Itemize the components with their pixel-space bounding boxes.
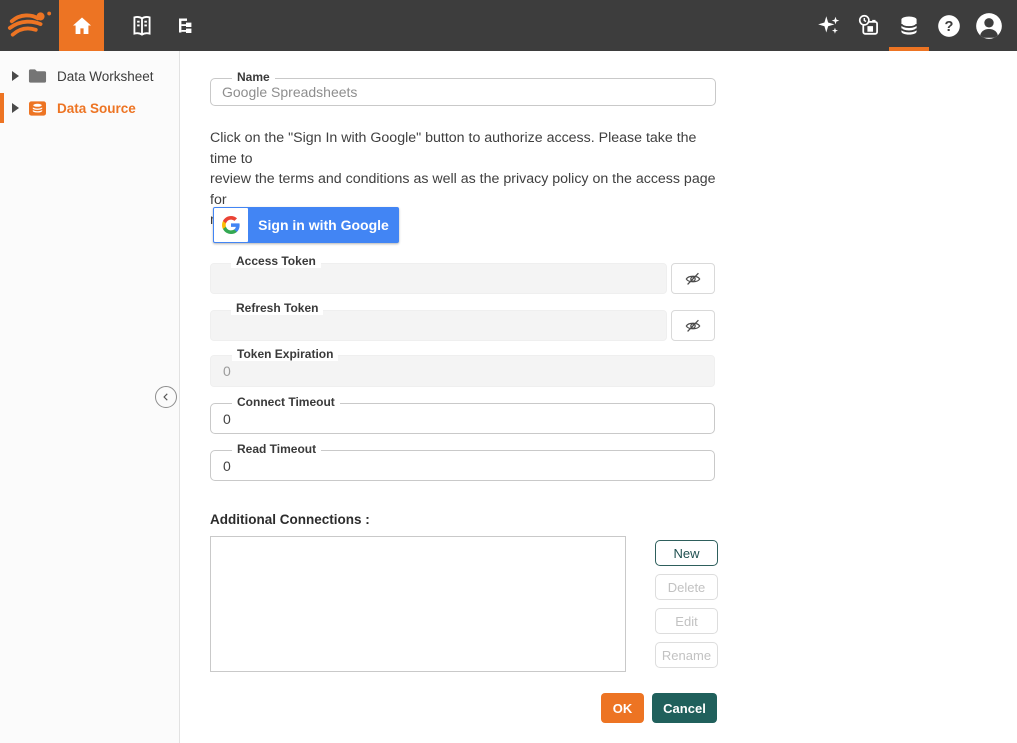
connection-delete-button[interactable]: Delete bbox=[655, 574, 718, 600]
name-field-label: Name bbox=[232, 70, 275, 84]
app-logo[interactable] bbox=[0, 0, 59, 51]
eye-off-icon bbox=[683, 269, 703, 289]
sidebar-collapse-button[interactable] bbox=[155, 386, 177, 408]
google-signin-label: Sign in with Google bbox=[248, 217, 399, 233]
active-section-indicator bbox=[889, 47, 929, 51]
user-avatar-icon bbox=[974, 11, 1004, 41]
resource-tree-icon bbox=[174, 14, 198, 38]
database-icon bbox=[896, 13, 922, 39]
topbar-right-icons: ? bbox=[809, 0, 1009, 51]
google-signin-button[interactable]: Sign in with Google bbox=[213, 207, 399, 243]
ai-sparkles-icon bbox=[816, 13, 842, 39]
refresh-token-input[interactable] bbox=[211, 311, 666, 340]
connection-rename-button[interactable]: Rename bbox=[655, 642, 718, 668]
data-source-section-button[interactable] bbox=[889, 0, 929, 51]
access-token-label: Access Token bbox=[231, 254, 321, 268]
resource-tree-button[interactable] bbox=[168, 0, 204, 51]
sidebar-item-label: Data Worksheet bbox=[57, 69, 154, 84]
connect-timeout-label: Connect Timeout bbox=[232, 395, 340, 409]
name-field: Name bbox=[210, 78, 716, 106]
app-logo-icon bbox=[7, 8, 53, 44]
expand-caret-icon[interactable] bbox=[12, 103, 19, 113]
app-window: ? Data bbox=[0, 0, 1017, 743]
top-navbar: ? bbox=[0, 0, 1017, 51]
token-expiration-label: Token Expiration bbox=[232, 347, 338, 361]
connect-timeout-field: Connect Timeout bbox=[210, 403, 715, 434]
home-icon bbox=[70, 14, 94, 38]
google-g-icon bbox=[222, 216, 240, 234]
help-icon: ? bbox=[936, 13, 962, 39]
sidebar-item-data-worksheet[interactable]: Data Worksheet bbox=[0, 61, 180, 91]
refresh-token-field: Refresh Token bbox=[210, 310, 715, 341]
instruction-line: Click on the "Sign In with Google" butto… bbox=[210, 128, 726, 169]
scheduled-tasks-button[interactable] bbox=[849, 0, 889, 51]
folder-icon bbox=[28, 68, 47, 84]
expand-caret-icon[interactable] bbox=[12, 71, 19, 81]
ok-button[interactable]: OK bbox=[601, 693, 644, 723]
read-timeout-label: Read Timeout bbox=[232, 442, 321, 456]
google-logo-tile bbox=[214, 208, 248, 242]
catalog-button[interactable] bbox=[124, 0, 160, 51]
additional-connections-list[interactable] bbox=[210, 536, 626, 672]
catalog-book-icon bbox=[129, 13, 155, 39]
refresh-token-label: Refresh Token bbox=[231, 301, 323, 315]
token-expiration-field: Token Expiration bbox=[210, 355, 715, 387]
sidebar-item-data-source[interactable]: Data Source bbox=[0, 93, 180, 123]
name-input[interactable] bbox=[211, 79, 715, 105]
data-source-folder-icon bbox=[28, 100, 47, 117]
instruction-line: review the terms and conditions as well … bbox=[210, 169, 726, 210]
account-button[interactable] bbox=[969, 0, 1009, 51]
connection-new-button[interactable]: New bbox=[655, 540, 718, 566]
home-button[interactable] bbox=[59, 0, 104, 51]
refresh-token-visibility-button[interactable] bbox=[671, 310, 715, 341]
access-token-field: Access Token bbox=[210, 263, 715, 294]
chevron-left-icon bbox=[159, 390, 173, 404]
svg-text:?: ? bbox=[945, 18, 954, 34]
read-timeout-field: Read Timeout bbox=[210, 450, 715, 481]
sidebar: Data Worksheet Data Source bbox=[0, 51, 180, 743]
access-token-visibility-button[interactable] bbox=[671, 263, 715, 294]
cancel-button[interactable]: Cancel bbox=[652, 693, 717, 723]
help-button[interactable]: ? bbox=[929, 0, 969, 51]
connection-edit-button[interactable]: Edit bbox=[655, 608, 718, 634]
sidebar-item-label: Data Source bbox=[57, 101, 136, 116]
scheduled-tasks-icon bbox=[856, 12, 883, 39]
access-token-input[interactable] bbox=[211, 264, 666, 293]
eye-off-icon bbox=[683, 316, 703, 336]
ai-assistant-button[interactable] bbox=[809, 0, 849, 51]
additional-connections-label: Additional Connections : bbox=[210, 512, 370, 527]
